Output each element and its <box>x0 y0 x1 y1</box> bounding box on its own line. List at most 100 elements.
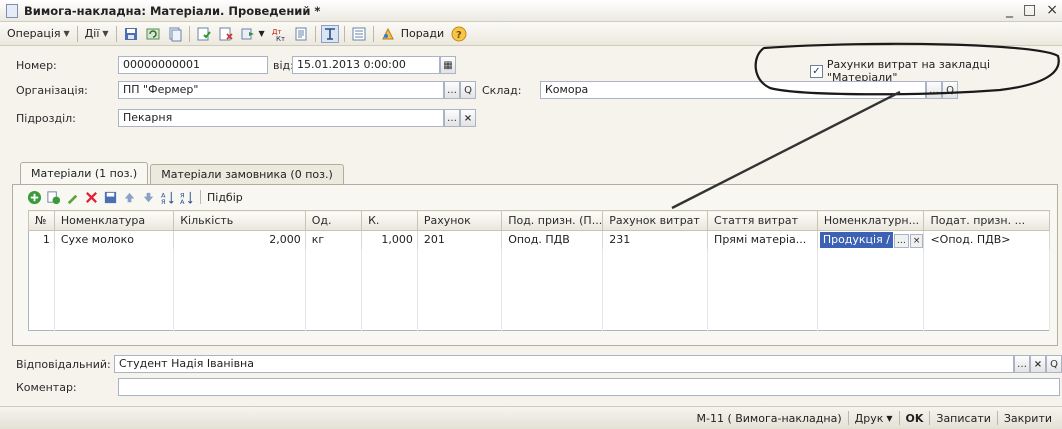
structure-icon[interactable] <box>320 24 339 43</box>
print-label: Друк <box>854 411 884 425</box>
organization-label: Організація: <box>16 84 88 97</box>
col-header-tax-attribute[interactable]: Подат. призн. ... <box>923 210 1050 231</box>
delete-row-icon[interactable] <box>83 189 99 205</box>
close-form-button[interactable]: Закрити <box>998 412 1058 425</box>
clear-icon[interactable]: × <box>909 233 923 248</box>
comment-field[interactable] <box>118 378 1060 396</box>
clear-icon[interactable]: × <box>1030 355 1046 373</box>
post-icon[interactable] <box>195 25 213 43</box>
row-quantity[interactable]: 2,000 <box>173 230 306 249</box>
minimize-button[interactable]: _ <box>1006 2 1013 18</box>
operation-menu-label: Операція <box>7 27 61 40</box>
save-icon[interactable] <box>122 25 140 43</box>
search-icon[interactable]: Q <box>460 81 476 99</box>
row-nomenclature-group-cell[interactable]: Продукція /… × <box>817 230 925 249</box>
dtkt-icon[interactable]: Дт Кт <box>270 25 288 43</box>
list-icon[interactable] <box>350 25 368 43</box>
calendar-icon[interactable]: ▦ <box>440 56 456 74</box>
actions-menu[interactable]: Дії ▼ <box>81 24 113 44</box>
col-header-tax-purpose[interactable]: Под. призн. (П... <box>501 210 604 231</box>
responsible-field[interactable]: Студент Надія Іванівна <box>114 355 1014 373</box>
warehouse-label: Склад: <box>482 84 522 97</box>
hints-label[interactable]: Поради <box>401 27 444 40</box>
document-window: Вимога-накладна: Матеріали. Проведений *… <box>0 0 1062 429</box>
checkbox-box[interactable]: ✓ <box>810 64 823 78</box>
move-down-icon[interactable] <box>140 189 156 205</box>
subdivision-field[interactable]: Пекарня <box>118 109 444 127</box>
add-row-icon[interactable] <box>26 189 42 205</box>
end-edit-icon[interactable] <box>102 189 118 205</box>
sort-asc-icon[interactable]: АЯ <box>159 189 175 205</box>
tab-materials[interactable]: Матеріали (1 поз.) <box>20 162 149 184</box>
refresh-icon[interactable] <box>144 25 162 43</box>
materials-table: № Номенклатура Кількість Од. К. Рахунок … <box>28 210 1050 331</box>
table-row[interactable]: 1 Сухе молоко 2,000 кг 1,000 201 Опод. П… <box>28 230 1050 249</box>
clear-icon[interactable]: × <box>460 109 476 127</box>
copy-row-icon[interactable] <box>45 189 61 205</box>
comment-label: Коментар: <box>16 381 77 394</box>
col-header-number[interactable]: № <box>28 210 55 231</box>
unpost-icon[interactable] <box>217 25 235 43</box>
grid-toolbar: АЯ ЯА Підбір <box>26 187 243 207</box>
command-bar: М-11 ( Вимога-накладна) Друк ▼ OK Записа… <box>0 406 1062 429</box>
copy-icon[interactable] <box>166 25 184 43</box>
select-button[interactable]: … <box>926 81 942 99</box>
operation-menu[interactable]: Операція ▼ <box>3 24 74 44</box>
go-icon[interactable] <box>239 25 257 43</box>
row-number: 1 <box>28 230 55 249</box>
close-button[interactable]: × <box>1046 2 1058 18</box>
select-items-button[interactable]: Підбір <box>207 191 243 204</box>
toolbar-separator <box>314 25 316 42</box>
col-header-nomenclature-group[interactable]: Номенклатурн... <box>816 210 925 231</box>
number-field[interactable]: 00000000001 <box>118 56 268 74</box>
col-header-expense-account[interactable]: Рахунок витрат <box>602 210 709 231</box>
row-nomenclature[interactable]: Сухе молоко <box>54 230 175 249</box>
col-header-account[interactable]: Рахунок <box>416 210 503 231</box>
move-up-icon[interactable] <box>121 189 137 205</box>
chevron-down-icon: ▼ <box>63 29 70 38</box>
help-icon[interactable]: ? <box>450 25 468 43</box>
row-tax-purpose[interactable]: Опод. ПДВ <box>501 230 604 249</box>
row-nomenclature-group[interactable]: Продукція / <box>819 231 893 248</box>
save-button[interactable]: Записати <box>930 412 996 425</box>
hints-icon[interactable] <box>379 25 397 43</box>
journal-icon[interactable] <box>292 25 310 43</box>
date-field[interactable]: 15.01.2013 0:00:00 <box>292 56 440 74</box>
col-header-quantity[interactable]: Кількість <box>173 210 306 231</box>
select-button[interactable]: … <box>1014 355 1030 373</box>
warehouse-field[interactable]: Комора <box>540 81 926 99</box>
select-button[interactable]: … <box>444 81 460 99</box>
row-account[interactable]: 201 <box>417 230 503 249</box>
search-icon[interactable]: Q <box>1046 355 1062 373</box>
window-title: Вимога-накладна: Матеріали. Проведений * <box>24 3 321 18</box>
chevron-down-icon[interactable]: ▼ <box>259 29 265 38</box>
toolbar-separator <box>372 25 374 42</box>
row-coefficient[interactable]: 1,000 <box>361 230 418 249</box>
toolbar-separator <box>76 25 78 42</box>
col-header-nomenclature[interactable]: Номенклатура <box>53 210 175 231</box>
svg-text:?: ? <box>456 30 462 41</box>
row-unit[interactable]: кг <box>305 230 363 249</box>
ok-button[interactable]: OK <box>900 412 930 425</box>
select-button[interactable]: … <box>893 233 909 248</box>
edit-row-icon[interactable] <box>64 189 80 205</box>
row-expense-item[interactable]: Прямі матеріа... <box>707 230 818 249</box>
organization-field[interactable]: ПП "Фермер" <box>118 81 444 99</box>
print-form-button[interactable]: М-11 ( Вимога-накладна) <box>690 412 847 425</box>
tab-customer-materials[interactable]: Матеріали замовника (0 поз.) <box>150 164 344 184</box>
select-button[interactable]: … <box>444 109 460 127</box>
col-header-coefficient[interactable]: К. <box>361 210 418 231</box>
col-header-expense-item[interactable]: Стаття витрат <box>707 210 818 231</box>
svg-text:Кт: Кт <box>276 35 285 42</box>
col-header-unit[interactable]: Од. <box>304 210 363 231</box>
maximize-button[interactable]: □ <box>1023 2 1036 18</box>
search-icon[interactable]: Q <box>942 81 958 99</box>
sort-desc-icon[interactable]: ЯА <box>178 189 194 205</box>
number-label: Номер: <box>16 59 57 72</box>
row-expense-account[interactable]: 231 <box>602 230 709 249</box>
print-menu[interactable]: Друк ▼ <box>849 412 899 425</box>
svg-text:Я: Я <box>160 198 165 205</box>
row-tax-attribute[interactable]: <Опод. ПДВ> <box>923 230 1050 249</box>
responsible-label: Відповідальний: <box>16 358 111 371</box>
tab-strip: Матеріали (1 поз.) Матеріали замовника (… <box>20 162 344 184</box>
